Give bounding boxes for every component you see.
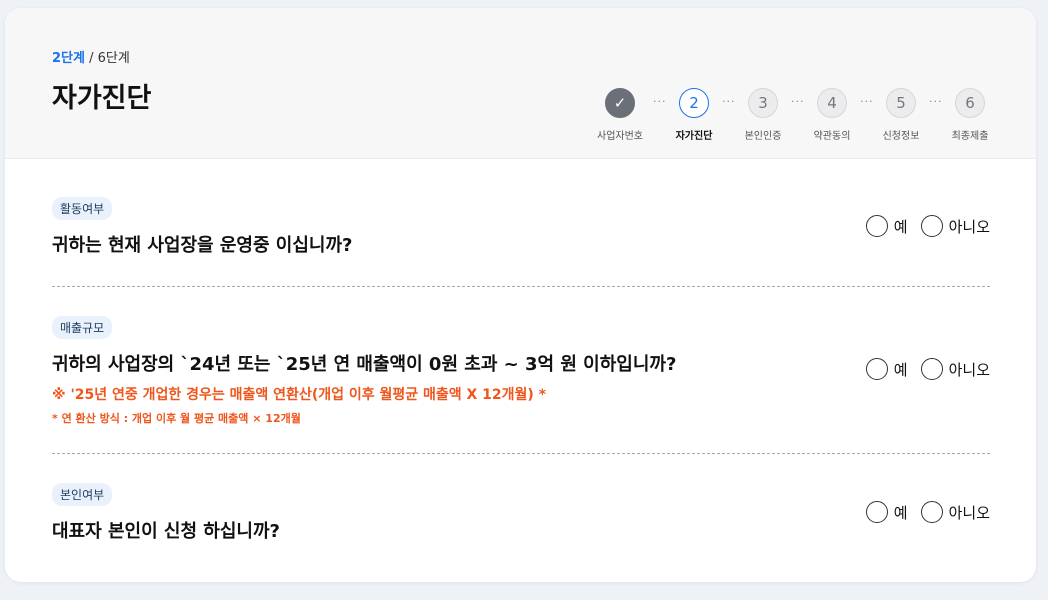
no-radio[interactable]: 아니오 [920, 358, 990, 380]
step-number: 5 [886, 88, 916, 118]
yes-label: 예 [893, 217, 908, 236]
answer-group: 예 아니오 [853, 358, 990, 380]
step-label: 신청정보 [882, 131, 920, 142]
question-activity: 활동여부 귀하는 현재 사업장을 운영중 이십니까? 예 아니오 [52, 197, 990, 257]
progress-stepper: ✓ 사업자번호 ··· 2 자가진단 ··· 3 본인인증 ··· 4 약관동의… [5, 8, 1036, 159]
question-badge: 본인여부 [52, 483, 113, 506]
step-label: 최종제출 [951, 131, 989, 142]
step-number: 6 [955, 88, 985, 118]
question-text: 귀하의 사업장의 `24년 또는 `25년 연 매출액이 0원 초과 ~ 3억 … [52, 354, 677, 375]
answer-group: 예 아니오 [853, 215, 990, 237]
step-label: 본인인증 [744, 131, 782, 142]
revenue-note: ※ '25년 연중 개업한 경우는 매출액 연환산(개업 이후 월평균 매출액 … [52, 387, 547, 403]
step-number: 4 [817, 88, 847, 118]
step-label: 사업자번호 [597, 131, 643, 142]
no-label: 아니오 [948, 360, 990, 379]
question-text: 대표자 본인이 신청 하십니까? [52, 521, 280, 542]
radio-circle-icon[interactable] [920, 215, 943, 237]
yes-label: 예 [893, 360, 908, 379]
radio-circle-icon[interactable] [920, 358, 943, 380]
step-number: 3 [748, 88, 778, 118]
question-text: 귀하는 현재 사업장을 운영중 이십니까? [52, 235, 353, 256]
self-diagnosis-card: 2단계 / 6단계 자가진단 ✓ 사업자번호 ··· 2 자가진단 ··· 3 … [5, 8, 1036, 582]
yes-radio[interactable]: 예 [865, 358, 908, 380]
answer-group: 예 아니오 [853, 501, 990, 523]
revenue-method-note: * 연 환산 방식 : 개업 이후 월 평균 매출액 × 12개월 [52, 412, 301, 425]
question-badge: 활동여부 [52, 197, 113, 220]
step-label: 약관동의 [813, 131, 851, 142]
no-label: 아니오 [948, 503, 990, 522]
step-business-number: ✓ 사업자번호 [580, 88, 660, 142]
yes-label: 예 [893, 503, 908, 522]
yes-radio[interactable]: 예 [865, 501, 908, 523]
check-icon: ✓ [605, 88, 635, 118]
step-final-submit: 6 최종제출 [930, 88, 1010, 142]
no-radio[interactable]: 아니오 [920, 501, 990, 523]
step-number: 2 [679, 88, 709, 118]
yes-radio[interactable]: 예 [865, 215, 908, 237]
no-label: 아니오 [948, 217, 990, 236]
radio-circle-icon[interactable] [920, 501, 943, 523]
divider [52, 453, 990, 454]
question-representative: 본인여부 대표자 본인이 신청 하십니까? 예 아니오 [52, 483, 990, 543]
radio-circle-icon[interactable] [865, 501, 888, 523]
page-header: 2단계 / 6단계 자가진단 ✓ 사업자번호 ··· 2 자가진단 ··· 3 … [5, 8, 1036, 159]
question-revenue: 매출규모 귀하의 사업장의 `24년 또는 `25년 연 매출액이 0원 초과 … [52, 316, 990, 426]
no-radio[interactable]: 아니오 [920, 215, 990, 237]
question-badge: 매출규모 [52, 316, 113, 339]
radio-circle-icon[interactable] [865, 215, 888, 237]
radio-circle-icon[interactable] [865, 358, 888, 380]
divider [52, 286, 990, 287]
step-label: 자가진단 [675, 131, 713, 142]
